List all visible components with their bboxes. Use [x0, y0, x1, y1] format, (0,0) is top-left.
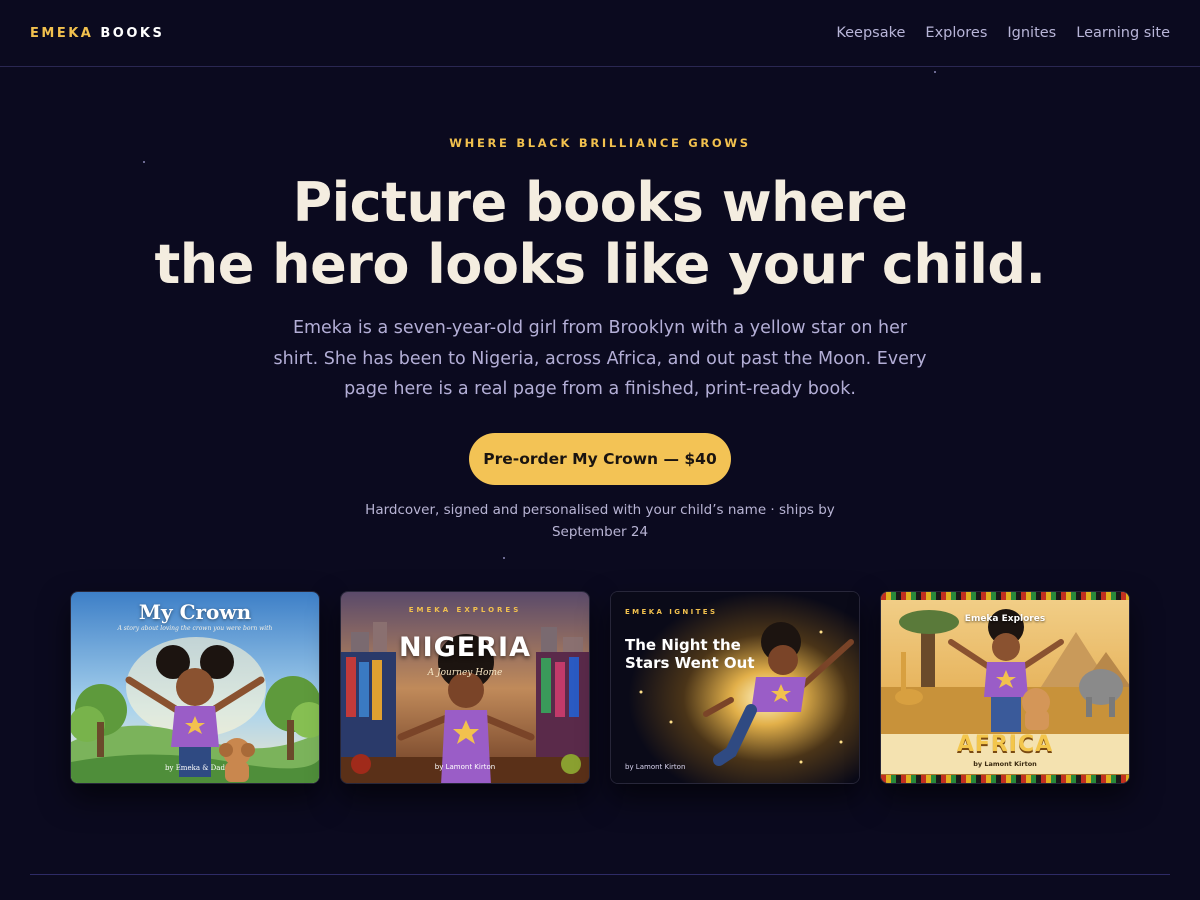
- background-star: [143, 161, 145, 163]
- hero-eyebrow: WHERE BLACK BRILLIANCE GROWS: [449, 136, 751, 150]
- logo[interactable]: EMEKA BOOKS: [30, 26, 164, 41]
- headline-line-1: Picture books where: [292, 171, 908, 234]
- book-cover-night-stars[interactable]: EMEKA IGNITES The Night the Stars Went O…: [610, 591, 860, 784]
- book-byline: by Lamont Kirton: [973, 760, 1037, 768]
- book-title: My Crown: [138, 600, 252, 624]
- hero-headline: Picture books where the hero looks like …: [100, 172, 1100, 296]
- hero-description: Emeka is a seven-year-old girl from Broo…: [273, 318, 927, 399]
- book-title: AFRICA: [956, 732, 1054, 757]
- site-header: EMEKA BOOKS Keepsake Explores Ignites Le…: [0, 0, 1200, 67]
- book-series: EMEKA EXPLORES: [408, 606, 522, 614]
- main-nav: Keepsake Explores Ignites Learning site: [836, 25, 1170, 41]
- book-title: NIGERIA: [399, 632, 531, 663]
- book-byline: by Lamont Kirton: [625, 763, 686, 771]
- book-subtitle: A Journey Home: [427, 668, 503, 678]
- book-series: EMEKA IGNITES: [625, 608, 718, 616]
- background-star: [503, 557, 505, 559]
- section-divider: [30, 874, 1170, 875]
- book-cover-nigeria[interactable]: EMEKA EXPLORES NIGERIA A Journey Home by…: [340, 591, 590, 784]
- book-subtitle: A story about loving the crown you were …: [117, 625, 273, 632]
- book-title: The Night the Stars Went Out: [625, 636, 755, 672]
- nav-link-learning-site[interactable]: Learning site: [1076, 25, 1170, 41]
- book-cover-my-crown[interactable]: My Crown A story about loving the crown …: [70, 591, 320, 784]
- nav-link-explores[interactable]: Explores: [925, 25, 987, 41]
- book-byline: by Emeka & Dad: [165, 764, 225, 772]
- night-stars-illustration: [611, 592, 859, 783]
- nav-link-keepsake[interactable]: Keepsake: [836, 25, 905, 41]
- preorder-button[interactable]: Pre-order My Crown — $40: [469, 433, 731, 485]
- logo-text: BOOKS: [100, 25, 165, 41]
- nigeria-illustration: [341, 592, 589, 783]
- preorder-note: Hardcover, signed and personalised with …: [365, 502, 835, 540]
- background-star: [934, 71, 936, 73]
- book-byline: by Lamont Kirton: [434, 763, 496, 771]
- logo-accent-text: EMEKA: [30, 25, 94, 41]
- book-cover-africa[interactable]: Emeka Explores AFRICA by Lamont Kirton: [880, 591, 1130, 784]
- headline-line-2: the hero looks like your child.: [154, 233, 1046, 296]
- nav-link-ignites[interactable]: Ignites: [1007, 25, 1056, 41]
- book-series: Emeka Explores: [964, 614, 1046, 624]
